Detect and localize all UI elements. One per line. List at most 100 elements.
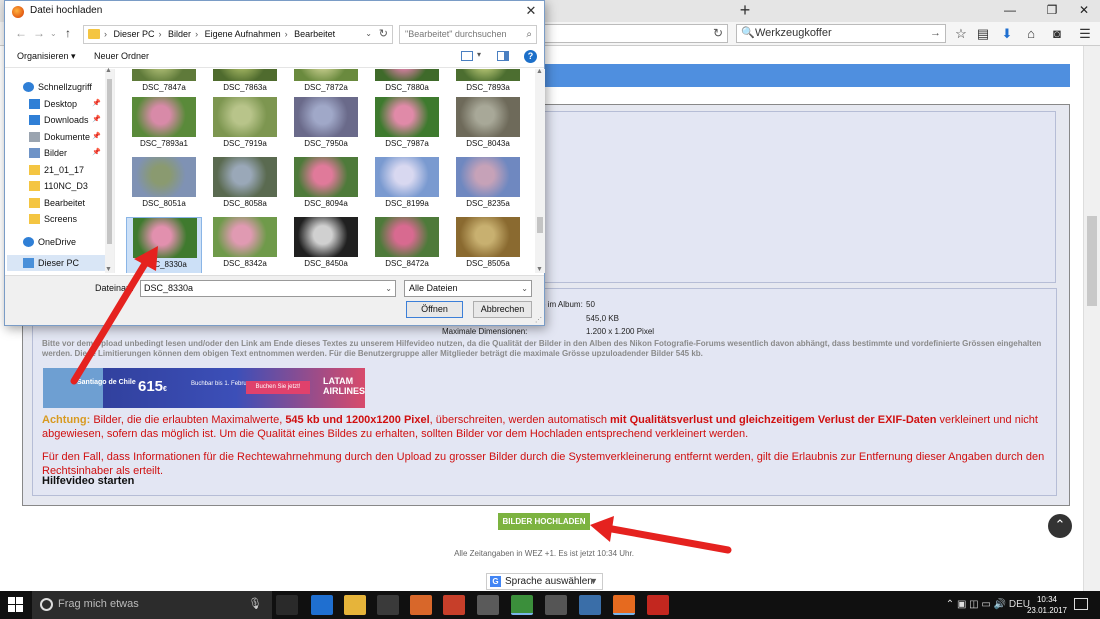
acrobat-icon[interactable]	[647, 595, 669, 615]
nav-item[interactable]: 21_01_17	[7, 162, 113, 178]
ad-banner[interactable]: Santiago de Chile 615€ Buchbar bis 1. Fe…	[43, 368, 365, 408]
task-view-icon[interactable]	[276, 595, 298, 615]
file-thumbnail[interactable]: DSC_7987a	[369, 97, 445, 155]
search-go-icon[interactable]: →	[930, 25, 941, 42]
ad-cta-button[interactable]: Buchen Sie jetzt!	[246, 381, 310, 394]
chevron-down-icon[interactable]: ⌄	[385, 281, 392, 296]
organize-menu[interactable]: Organisieren ▾	[17, 51, 76, 62]
taskbar-clock[interactable]: 10:34 23.01.2017	[1022, 594, 1072, 616]
language-selector[interactable]: G Sprache auswählen ▼	[486, 573, 603, 590]
monitor-icon[interactable]	[579, 595, 601, 615]
nav-item[interactable]: Bearbeitet	[7, 195, 113, 211]
scroll-to-top-button[interactable]: ⌃	[1048, 514, 1072, 538]
home-icon[interactable]: ⌂	[1022, 26, 1040, 42]
file-thumbnail[interactable]: DSC_8235a	[450, 157, 526, 215]
system-tray[interactable]: ⌃ ▣ ◫ ▭ 🔊 DEU	[946, 599, 1030, 610]
file-thumbnail[interactable]: DSC_8330a	[126, 217, 202, 273]
grid-scrollbar[interactable]: ▲ ▼	[535, 68, 545, 273]
chrome-icon[interactable]	[511, 595, 533, 615]
file-thumbnail[interactable]: DSC_8199a	[369, 157, 445, 215]
nav-item[interactable]: Dokumente 📌	[7, 129, 113, 145]
help-video-link[interactable]: Hilfevideo starten	[42, 475, 134, 487]
upload-images-button[interactable]: BILDER HOCHLADEN	[498, 513, 590, 530]
store-icon[interactable]	[377, 595, 399, 615]
nav-item[interactable]: 110NC_D3	[7, 178, 113, 194]
menu-icon[interactable]: ☰	[1076, 26, 1094, 42]
new-folder-button[interactable]: Neuer Ordner	[94, 51, 149, 61]
file-thumbnail[interactable]: DSC_7847a	[126, 69, 202, 99]
view-mode-icon[interactable]	[461, 51, 473, 61]
nav-item[interactable]: Downloads 📌	[7, 112, 113, 128]
filetype-select[interactable]: Alle Dateien ⌄	[404, 280, 532, 297]
back-arrow-icon[interactable]: ←	[15, 26, 27, 40]
reading-list-icon[interactable]: ▤	[974, 26, 992, 42]
gallery-icon[interactable]	[443, 595, 465, 615]
file-thumbnail[interactable]: DSC_8058a	[207, 157, 283, 215]
history-dropdown-icon[interactable]: ⌄	[50, 29, 57, 38]
scroll-down-icon[interactable]: ▼	[536, 266, 543, 273]
microphone-icon[interactable]: 🎙	[248, 597, 262, 610]
help-icon[interactable]: ?	[524, 50, 537, 63]
notification-center-icon[interactable]	[1074, 598, 1088, 610]
maximize-button[interactable]: ❐	[1034, 0, 1070, 22]
file-thumbnail[interactable]: DSC_7919a	[207, 97, 283, 155]
new-tab-button[interactable]: +	[735, 1, 755, 20]
browser-search-field[interactable]: 🔍 Werkzeugkoffer →	[736, 24, 946, 43]
file-thumbnail[interactable]: DSC_7950a	[288, 97, 364, 155]
file-thumbnail[interactable]: DSC_7893a	[450, 69, 526, 99]
page-scrollbar[interactable]	[1083, 46, 1100, 591]
file-thumbnail[interactable]: DSC_8043a	[450, 97, 526, 155]
file-thumbnail[interactable]: DSC_7880a	[369, 69, 445, 99]
pocket-icon[interactable]: ◙	[1048, 26, 1066, 42]
scroll-up-icon[interactable]: ▲	[105, 67, 112, 74]
up-arrow-icon[interactable]: ↑	[65, 26, 71, 40]
close-window-button[interactable]: ✕	[1066, 0, 1100, 22]
nav-item[interactable]: Schnellzugriff	[7, 79, 113, 95]
breadcrumb-item[interactable]: Bearbeitet	[294, 29, 335, 39]
forward-arrow-icon[interactable]: →	[33, 26, 45, 40]
minimize-button[interactable]: —	[992, 0, 1028, 22]
settings-icon[interactable]	[477, 595, 499, 615]
cancel-button[interactable]: Abbrechen	[473, 301, 532, 318]
page-scrollbar-thumb[interactable]	[1087, 216, 1097, 306]
resize-grip-icon[interactable]: ⋰	[535, 316, 542, 324]
nav-item[interactable]: Desktop 📌	[7, 96, 113, 112]
view-mode-dropdown-icon[interactable]: ▾	[477, 50, 481, 59]
taskbar-search-box[interactable]: Frag mich etwas 🎙	[32, 591, 272, 619]
scroll-up-icon[interactable]: ▲	[536, 68, 543, 75]
breadcrumb-item[interactable]: Eigene Aufnahmen	[205, 29, 281, 39]
url-bar[interactable]: ↻	[545, 24, 728, 43]
start-button[interactable]	[8, 597, 24, 613]
dialog-close-button[interactable]: ✕	[522, 3, 540, 19]
file-thumbnail[interactable]: DSC_8094a	[288, 157, 364, 215]
nav-scrollbar[interactable]: ▲ ▼	[105, 67, 114, 273]
folder-search-input[interactable]: "Bearbeitet" durchsuchen ⌕	[399, 25, 537, 44]
file-thumbnail[interactable]: DSC_8051a	[126, 157, 202, 215]
file-thumbnail[interactable]: DSC_8450a	[288, 217, 364, 273]
recycle-icon[interactable]	[545, 595, 567, 615]
nav-scrollbar-thumb[interactable]	[107, 79, 112, 244]
nav-item[interactable]: Screens	[7, 211, 113, 227]
file-thumbnail[interactable]: DSC_8505a	[450, 217, 526, 273]
nav-item[interactable]: OneDrive	[7, 234, 113, 250]
chevron-down-icon[interactable]: ⌄	[365, 29, 372, 38]
downloads-icon[interactable]: ⬇	[998, 26, 1016, 42]
breadcrumb-item[interactable]: Dieser PC	[114, 29, 155, 39]
folder-path-bar[interactable]: › Dieser PC › Bilder › Eigene Aufnahmen › B…	[83, 25, 393, 44]
refresh-icon[interactable]: ↻	[379, 27, 388, 40]
filename-input[interactable]: DSC_8330a ⌄	[140, 280, 396, 297]
preview-pane-icon[interactable]	[497, 51, 509, 61]
explorer-icon[interactable]	[344, 595, 366, 615]
photo-app-icon[interactable]	[410, 595, 432, 615]
grid-scrollbar-thumb[interactable]	[537, 217, 543, 233]
bookmark-star-icon[interactable]: ☆	[952, 26, 970, 42]
file-thumbnail[interactable]: DSC_7863a	[207, 69, 283, 99]
nav-item[interactable]: Bilder 📌	[7, 145, 113, 161]
file-thumbnail[interactable]: DSC_8472a	[369, 217, 445, 273]
reload-icon[interactable]: ↻	[713, 26, 723, 40]
scroll-down-icon[interactable]: ▼	[105, 266, 112, 273]
edge-icon[interactable]	[311, 595, 333, 615]
breadcrumb-item[interactable]: Bilder	[168, 29, 191, 39]
file-thumbnail[interactable]: DSC_7872a	[288, 69, 364, 99]
file-thumbnail[interactable]: DSC_7893a1	[126, 97, 202, 155]
